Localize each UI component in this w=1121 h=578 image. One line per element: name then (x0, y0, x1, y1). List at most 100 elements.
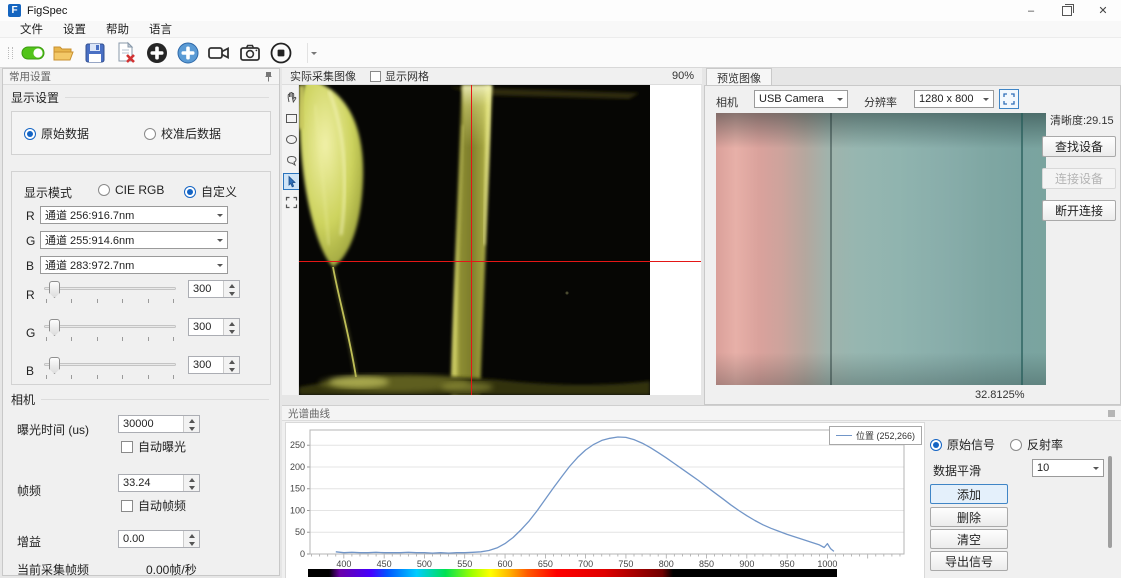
auto-exposure-checkbox[interactable]: 自动曝光 (121, 438, 186, 455)
spin-down-icon[interactable] (184, 540, 199, 549)
spin-up-icon[interactable] (184, 475, 199, 484)
spinner-arrows[interactable] (223, 319, 239, 335)
disconnect-device-button[interactable]: 断开连接 (1042, 200, 1116, 221)
slider-b-spinner[interactable]: 300 (188, 356, 240, 374)
toolbar-more-icon[interactable] (311, 52, 317, 58)
select-tool-button[interactable] (283, 173, 300, 190)
svg-text:850: 850 (699, 559, 714, 568)
spinner-arrows[interactable] (183, 416, 199, 432)
radio-raw-signal[interactable]: 原始信号 (930, 436, 995, 453)
radio-raw-data[interactable]: 原始数据 (24, 125, 89, 142)
spin-up-icon[interactable] (224, 319, 239, 328)
slider-g[interactable] (44, 318, 176, 344)
save-button[interactable] (81, 40, 109, 66)
export-signal-button[interactable]: 导出信号 (930, 551, 1008, 571)
signal-list-scrollbar[interactable] (1108, 456, 1112, 548)
camera-select[interactable]: USB Camera (754, 90, 848, 108)
panel-menu-icon[interactable] (1108, 410, 1115, 417)
spin-down-icon[interactable] (224, 290, 239, 299)
tab-preview-image[interactable]: 预览图像 (706, 68, 772, 86)
polygon-roi-button[interactable] (283, 152, 300, 169)
rect-roi-button[interactable] (283, 110, 300, 127)
show-grid-label: 显示网格 (385, 68, 429, 84)
add-blue-button[interactable] (174, 40, 202, 66)
add-dark-button[interactable] (143, 40, 171, 66)
radio-custom[interactable]: 自定义 (184, 183, 237, 200)
capture-toggle-button[interactable] (19, 40, 47, 66)
pan-tool-button[interactable] (283, 89, 300, 106)
menu-language[interactable]: 语言 (139, 21, 182, 37)
spin-down-icon[interactable] (184, 484, 199, 493)
spin-up-icon[interactable] (184, 416, 199, 425)
plus-circle-dark-icon (144, 40, 170, 66)
app-logo-icon: F (8, 4, 21, 17)
menu-settings[interactable]: 设置 (53, 21, 96, 37)
spinner-arrows[interactable] (183, 475, 199, 491)
close-button[interactable]: ✕ (1085, 0, 1121, 21)
stop-record-button[interactable] (267, 40, 295, 66)
spinner-arrows[interactable] (223, 281, 239, 297)
polygon-icon (285, 154, 298, 167)
menu-file[interactable]: 文件 (10, 21, 53, 37)
slider-handle[interactable] (49, 357, 60, 374)
radio-reflectance[interactable]: 反射率 (1010, 436, 1063, 453)
auto-framerate-label: 自动帧频 (138, 497, 186, 514)
resolution-select[interactable]: 1280 x 800 (914, 90, 994, 108)
exposure-label: 曝光时间 (us) (17, 421, 89, 438)
channel-r-select[interactable]: 通道 256:916.7nm (40, 206, 228, 224)
spin-up-icon[interactable] (224, 357, 239, 366)
maximize-button[interactable] (1049, 0, 1085, 21)
snapshot-button[interactable] (236, 40, 264, 66)
spinner-arrows[interactable] (223, 357, 239, 373)
connect-device-button[interactable]: 连接设备 (1042, 168, 1116, 189)
radio-calibrated-data-label: 校准后数据 (161, 125, 221, 142)
chevron-down-icon (217, 214, 223, 220)
spinner-arrows[interactable] (183, 531, 199, 547)
spin-down-icon[interactable] (224, 328, 239, 337)
spin-down-icon[interactable] (224, 366, 239, 375)
auto-framerate-checkbox[interactable]: 自动帧频 (121, 497, 186, 514)
fit-view-button[interactable] (283, 194, 300, 211)
ellipse-roi-button[interactable] (283, 131, 300, 148)
capture-viewport[interactable] (299, 85, 701, 395)
radio-cie-rgb[interactable]: CIE RGB (98, 183, 164, 197)
clear-button[interactable]: 清空 (930, 529, 1008, 549)
preview-fullscreen-button[interactable] (999, 89, 1019, 109)
tab-label: 预览图像 (717, 70, 761, 86)
slider-g-spinner[interactable]: 300 (188, 318, 240, 336)
minimize-button[interactable]: – (1013, 0, 1049, 21)
capture-toolstrip (282, 85, 299, 395)
open-folder-icon (51, 40, 77, 66)
channel-r-value: 通道 256:916.7nm (45, 207, 217, 223)
menu-help[interactable]: 帮助 (96, 21, 139, 37)
add-button[interactable]: 添加 (930, 484, 1008, 504)
spin-down-icon[interactable] (184, 425, 199, 434)
channel-g-select[interactable]: 通道 255:914.6nm (40, 231, 228, 249)
remove-button[interactable]: 删除 (930, 507, 1008, 527)
radio-calibrated-data[interactable]: 校准后数据 (144, 125, 221, 142)
spin-up-icon[interactable] (224, 281, 239, 290)
svg-text:450: 450 (377, 559, 392, 568)
find-device-button[interactable]: 查找设备 (1042, 136, 1116, 157)
radio-dot (930, 439, 942, 451)
pin-icon[interactable] (264, 71, 273, 83)
chevron-down-icon (217, 264, 223, 270)
capture-zoom-level: 90% (672, 70, 694, 82)
slider-g-value: 300 (189, 319, 223, 335)
channel-b-select[interactable]: 通道 283:972.7nm (40, 256, 228, 274)
gain-spinner[interactable]: 0.00 (118, 530, 200, 548)
slider-r-spinner[interactable]: 300 (188, 280, 240, 298)
open-file-button[interactable] (50, 40, 78, 66)
exposure-spinner[interactable]: 30000 (118, 415, 200, 433)
slider-handle[interactable] (49, 281, 60, 298)
slider-b[interactable] (44, 356, 176, 382)
clear-document-button[interactable] (112, 40, 140, 66)
slider-handle[interactable] (49, 319, 60, 336)
smoothing-select[interactable]: 10 (1032, 459, 1104, 477)
add-button-label: 添加 (957, 486, 981, 503)
framerate-spinner[interactable]: 33.24 (118, 474, 200, 492)
slider-r[interactable] (44, 280, 176, 306)
show-grid-checkbox[interactable]: 显示网格 (370, 68, 429, 84)
video-record-button[interactable] (205, 40, 233, 66)
spin-up-icon[interactable] (184, 531, 199, 540)
